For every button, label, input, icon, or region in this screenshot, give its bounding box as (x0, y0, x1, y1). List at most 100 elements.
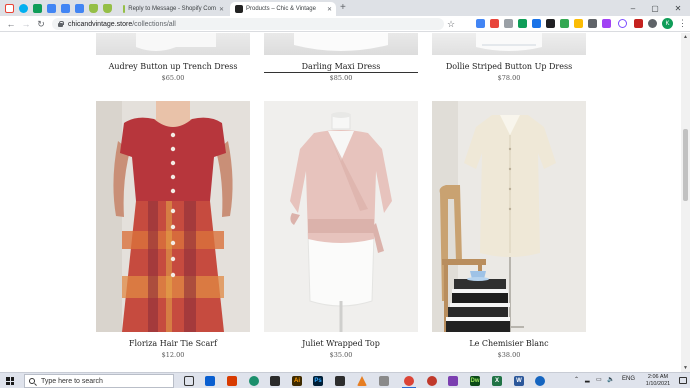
more-menu-icon[interactable]: ⋮ (678, 18, 687, 29)
bookmark-star-icon[interactable]: ☆ (447, 19, 455, 29)
close-window-button[interactable]: ✕ (667, 0, 689, 16)
extension-icon[interactable] (588, 19, 597, 28)
tab-title: Products – Chic & Vintage (246, 6, 316, 12)
app-icon[interactable] (335, 376, 345, 386)
extension-icon[interactable] (518, 19, 527, 28)
photoshop-icon[interactable]: Ps (313, 376, 323, 386)
pinned-tab-shopify-1[interactable] (86, 2, 100, 14)
skype-icon (18, 3, 28, 13)
dreamweaver-icon[interactable]: Dw (470, 376, 480, 386)
product-price: $65.00 (161, 74, 185, 82)
word-icon[interactable]: W (514, 376, 524, 386)
extension-icon[interactable] (634, 19, 643, 28)
product-card[interactable]: Dollie Striped Button Up Dress $78.00 (432, 33, 586, 103)
product-card[interactable]: Darling Maxi Dress $85.00 (264, 33, 418, 103)
url-path: /collections/all (132, 20, 176, 28)
product-image[interactable] (432, 101, 586, 332)
office-app-icon[interactable] (227, 376, 237, 386)
app-icon[interactable] (448, 376, 458, 386)
app-icon[interactable] (427, 376, 437, 386)
puzzle-icon[interactable] (648, 19, 657, 28)
product-title[interactable]: Floriza Hair Tie Scarf (96, 339, 250, 348)
taskbar-clock[interactable]: 2:06 AM 1/10/2021 (640, 374, 676, 388)
pinned-tab-shopify-2[interactable] (100, 2, 114, 14)
scroll-down-icon[interactable]: ▼ (683, 365, 688, 371)
product-title[interactable]: Le Chemisier Blanc (432, 339, 586, 348)
translate-extension-icon[interactable] (476, 19, 485, 28)
pinned-tab-sheets[interactable] (30, 2, 44, 14)
pinned-tab-docs-1[interactable] (44, 2, 58, 14)
file-explorer-icon[interactable] (270, 376, 280, 386)
extension-icon[interactable] (490, 19, 499, 28)
close-icon[interactable]: ✕ (219, 6, 224, 13)
product-card[interactable]: Audrey Button up Trench Dress $65.00 (96, 33, 250, 103)
illustrator-icon[interactable]: Ai (292, 376, 302, 386)
page-scrollbar[interactable]: ▲ ▼ (681, 33, 690, 372)
mail-app-icon[interactable] (205, 376, 215, 386)
scrollbar-thumb[interactable] (683, 129, 688, 201)
product-image[interactable] (264, 33, 418, 55)
pinned-tab-skype[interactable] (16, 2, 30, 14)
volume-icon[interactable]: 🔈 (607, 376, 614, 383)
close-icon[interactable]: ✕ (327, 6, 332, 13)
windows-start-icon[interactable] (6, 377, 14, 385)
app-icon[interactable] (379, 376, 389, 386)
extension-icon[interactable] (560, 19, 569, 28)
extension-icon[interactable] (574, 19, 583, 28)
google-docs-icon (46, 3, 56, 13)
shopify-icon (123, 5, 126, 13)
extension-icon[interactable] (618, 19, 627, 28)
taskbar-search-box[interactable]: Type here to search (24, 374, 174, 388)
product-image[interactable] (432, 33, 586, 55)
pinned-tab-docs-3[interactable] (72, 2, 86, 14)
product-title[interactable]: Dollie Striped Button Up Dress (432, 62, 586, 71)
tab-title: Reply to Message - Shopify Com (128, 6, 216, 12)
new-tab-button[interactable]: + (340, 2, 346, 14)
edge-icon[interactable] (249, 376, 259, 386)
battery-icon[interactable]: ▭ (596, 376, 602, 383)
extension-icon[interactable] (546, 19, 555, 28)
forward-arrow-icon[interactable]: → (20, 18, 32, 30)
reload-icon[interactable]: ↻ (35, 18, 47, 30)
extension-icon[interactable] (532, 19, 541, 28)
product-price: $38.00 (497, 351, 521, 359)
minimize-button[interactable]: – (622, 0, 644, 16)
vlc-icon[interactable] (357, 376, 367, 386)
product-title[interactable]: Audrey Button up Trench Dress (96, 62, 250, 71)
extension-icon[interactable] (602, 19, 611, 28)
profile-avatar[interactable]: K (662, 18, 673, 29)
product-image[interactable] (264, 101, 418, 332)
extension-icon[interactable] (504, 19, 513, 28)
product-title[interactable]: Juliet Wrapped Top (264, 339, 418, 348)
notification-icon[interactable] (679, 377, 687, 384)
network-icon[interactable]: ▂ (585, 376, 590, 383)
scroll-up-icon[interactable]: ▲ (683, 34, 688, 40)
google-sheets-icon (32, 3, 42, 13)
pinned-tab-gmail[interactable] (2, 2, 16, 14)
product-card[interactable]: Le Chemisier Blanc $38.00 (432, 101, 586, 361)
product-card[interactable]: Floriza Hair Tie Scarf $12.00 (96, 101, 250, 361)
dress-photo (136, 33, 216, 51)
tab-shopify-reply[interactable]: Reply to Message - Shopify Com ✕ (118, 2, 228, 16)
product-image[interactable] (96, 33, 250, 55)
chevron-up-icon[interactable]: ⌃ (574, 376, 579, 383)
app-icon[interactable] (535, 376, 545, 386)
search-icon (29, 378, 35, 384)
product-card[interactable]: Juliet Wrapped Top $35.00 (264, 101, 418, 361)
language-indicator[interactable]: ENG (622, 376, 635, 382)
lock-icon (58, 21, 64, 27)
address-bar[interactable]: chicandvintage.store/collections/all (52, 18, 444, 30)
back-arrow-icon[interactable]: ← (5, 18, 17, 30)
chrome-icon[interactable] (404, 376, 414, 386)
dress-photo (294, 33, 388, 51)
excel-icon[interactable]: X (492, 376, 502, 386)
task-view-icon[interactable] (184, 376, 194, 386)
product-image[interactable] (96, 101, 250, 332)
clock-date: 1/10/2021 (645, 381, 671, 387)
tab-products[interactable]: Products – Chic & Vintage ✕ (230, 2, 336, 16)
maximize-button[interactable]: ▢ (644, 0, 666, 16)
page-viewport: Audrey Button up Trench Dress $65.00 Dar… (0, 33, 690, 372)
gmail-icon (4, 3, 14, 13)
product-title[interactable]: Darling Maxi Dress (264, 62, 418, 71)
pinned-tab-docs-2[interactable] (58, 2, 72, 14)
